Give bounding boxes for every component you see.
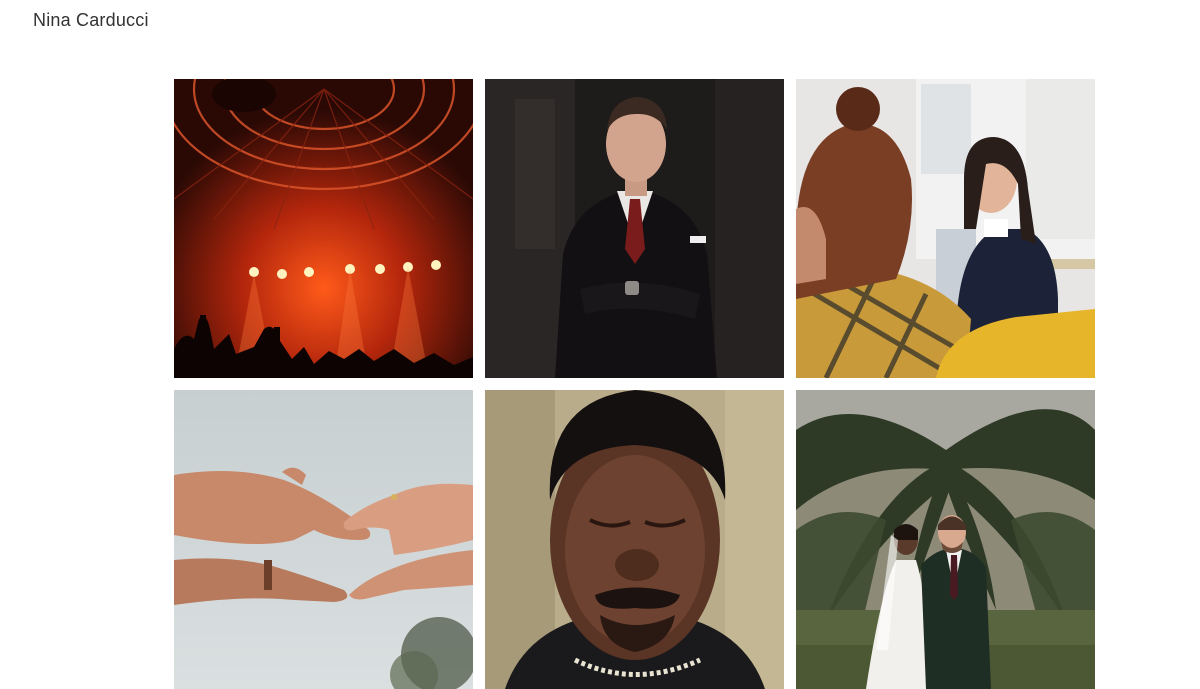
photo-gallery xyxy=(174,79,1095,689)
businessman-portrait-photo xyxy=(485,79,784,378)
gallery-item-concert[interactable] xyxy=(174,79,473,378)
gallery-item-man-portrait[interactable] xyxy=(485,390,784,689)
site-title[interactable]: Nina Carducci xyxy=(33,10,149,31)
women-meeting-photo xyxy=(796,79,1095,378)
gallery-item-meeting[interactable] xyxy=(796,79,1095,378)
wedding-couple-photo xyxy=(796,390,1095,689)
concert-photo xyxy=(174,79,473,378)
gallery-item-hands[interactable] xyxy=(174,390,473,689)
man-portrait-photo xyxy=(485,390,784,689)
gallery-item-wedding[interactable] xyxy=(796,390,1095,689)
hands-reaching-photo xyxy=(174,390,473,689)
gallery-item-businessman[interactable] xyxy=(485,79,784,378)
